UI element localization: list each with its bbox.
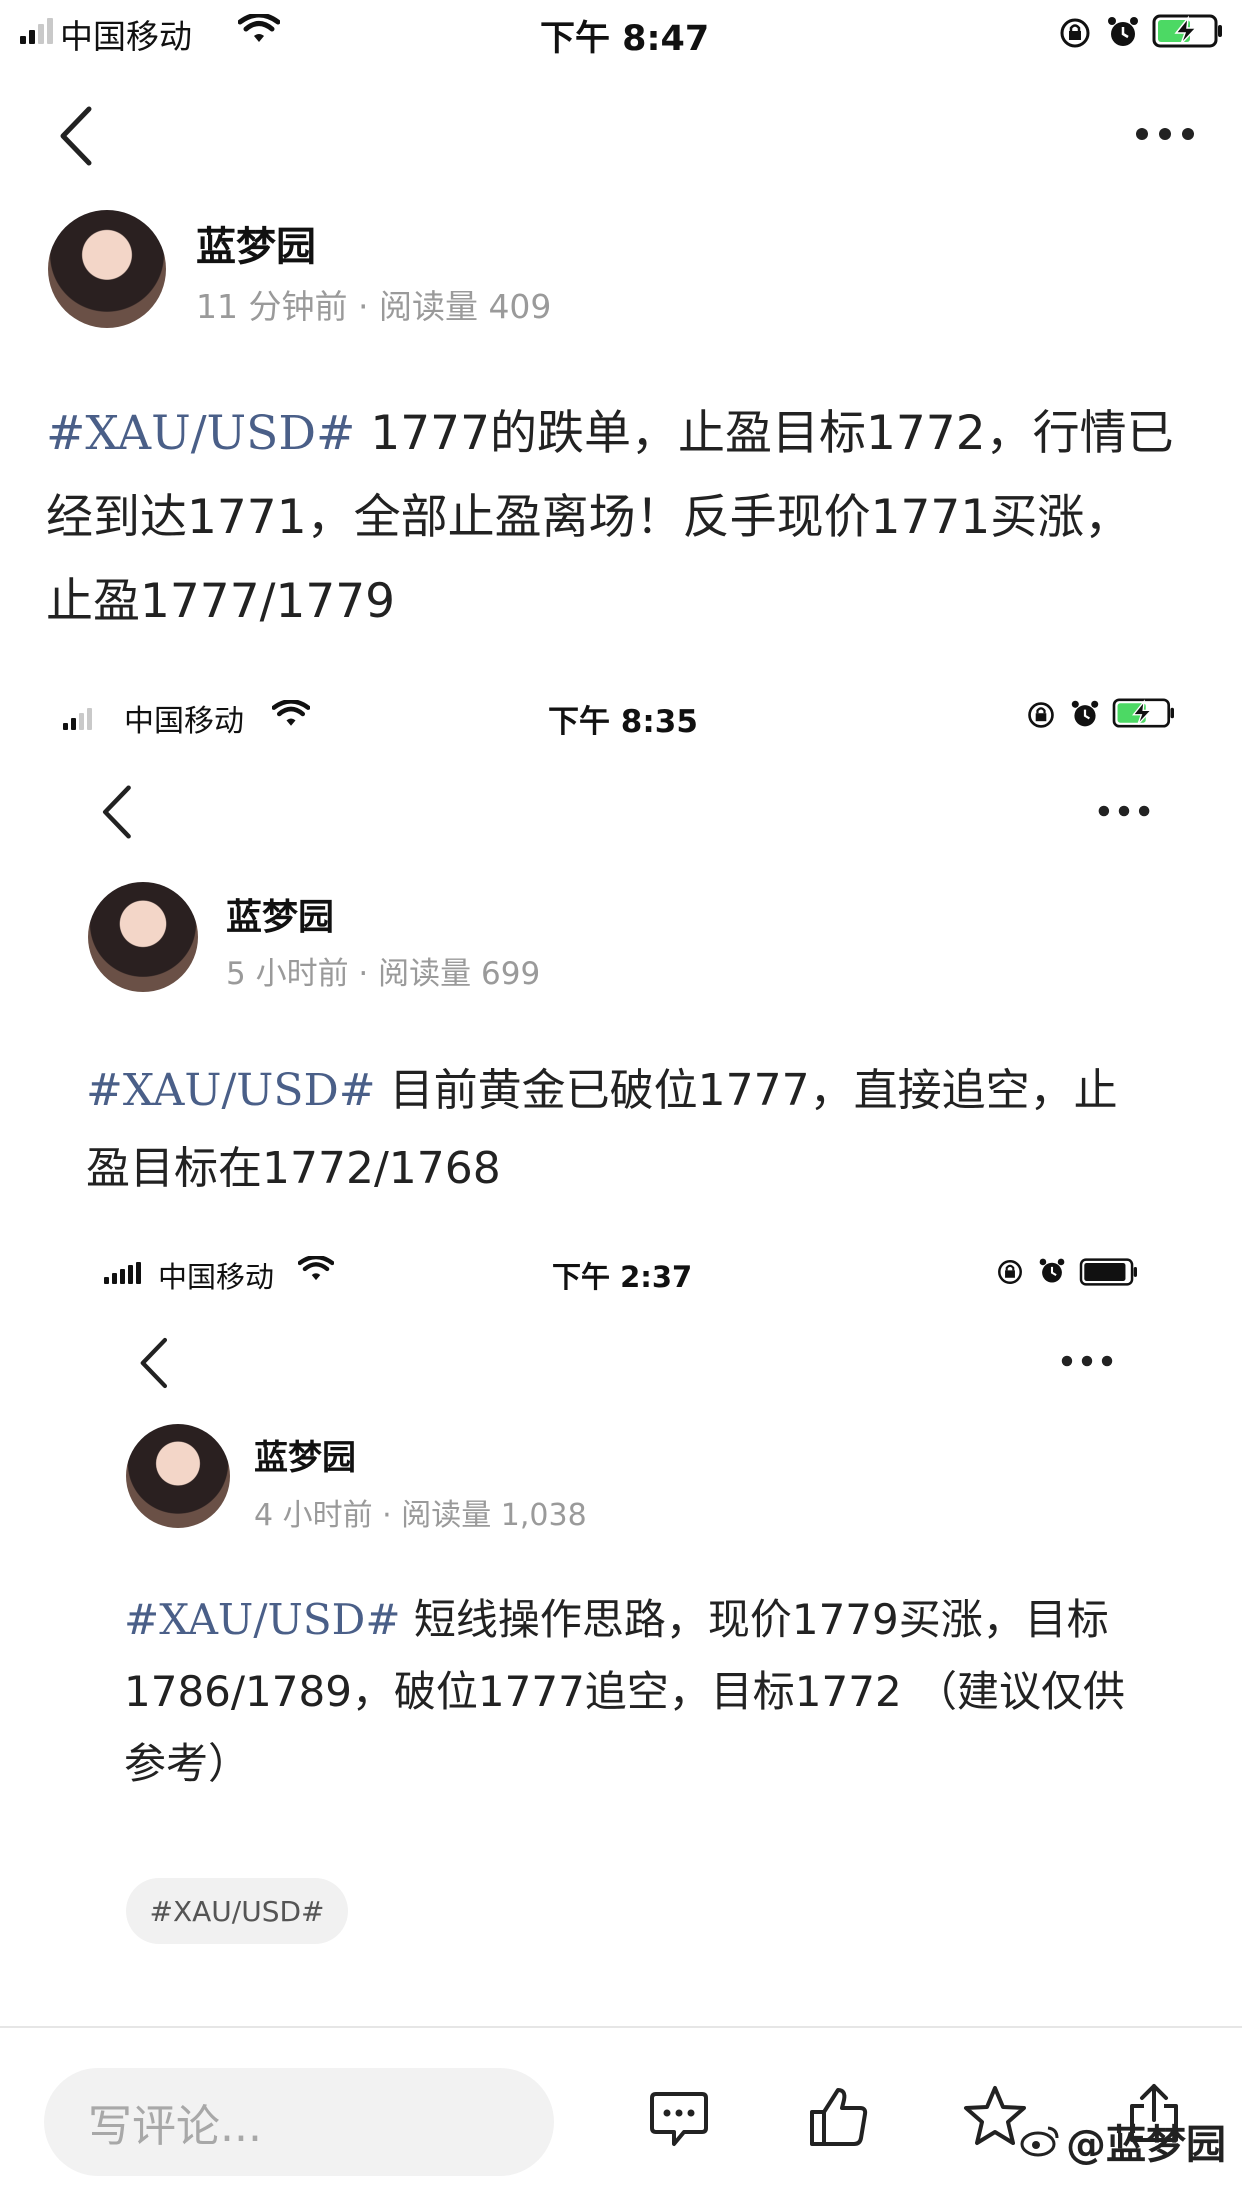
wifi-icon: [272, 700, 310, 726]
weibo-logo-icon: [1020, 2126, 1059, 2157]
wifi-icon: [298, 1256, 334, 1281]
avatar[interactable]: [126, 1424, 230, 1528]
more-icon[interactable]: [1134, 126, 1196, 142]
post-meta: 5 小时前 · 阅读量 699: [226, 956, 541, 992]
lock-rotation-icon: [998, 1260, 1022, 1284]
post-line: 经到达1771，全部止盈离场！反手现价1771买涨，: [46, 490, 1132, 545]
battery-icon: [1079, 1258, 1137, 1286]
signal-icon: [63, 708, 92, 730]
more-icon[interactable]: [1060, 1354, 1114, 1368]
comment-icon[interactable]: [648, 2090, 710, 2148]
post-line: 1786/1789，破位1777追空，目标1772 （建议仅供: [124, 1667, 1126, 1716]
topic-chip[interactable]: #XAU/USD#: [126, 1878, 348, 1944]
carrier-label: 中国移动: [60, 17, 192, 56]
alarm-icon: [1039, 1258, 1065, 1283]
signal-icon: [20, 18, 53, 44]
post-body: #XAU/USD# 1777的跌单，止盈目标1772，行情已 经到达1771，全…: [46, 392, 1216, 644]
post-body: #XAU/USD# 目前黄金已破位1777，直接追空，止 盈目标在1772/17…: [86, 1052, 1206, 1208]
back-icon[interactable]: [98, 784, 134, 840]
watermark-text: @蓝梦园: [1066, 2122, 1226, 2168]
author-name[interactable]: 蓝梦园: [254, 1430, 356, 1479]
post-text: 短线操作思路，现价1779买涨，目标: [400, 1595, 1109, 1644]
comment-input[interactable]: 写评论...: [44, 2068, 554, 2176]
hashtag-link[interactable]: #XAU/USD#: [46, 406, 355, 461]
post-line: #XAU/USD# 目前黄金已破位1777，直接追空，止: [86, 1052, 1206, 1130]
post-text: 1777的跌单，止盈目标1772，行情已: [355, 406, 1174, 461]
back-icon[interactable]: [136, 1336, 170, 1390]
post-line: 盈目标在1772/1768: [86, 1143, 501, 1194]
post-line: 止盈1777/1779: [46, 574, 396, 629]
carrier-label: 中国移动: [124, 704, 244, 739]
post-line: #XAU/USD# 1777的跌单，止盈目标1772，行情已: [46, 392, 1216, 476]
battery-icon: [1152, 14, 1222, 48]
wifi-icon: [238, 14, 280, 42]
post-line: #XAU/USD# 短线操作思路，现价1779买涨，目标: [124, 1584, 1204, 1656]
comment-placeholder: 写评论...: [88, 2101, 262, 2152]
post-meta: 11 分钟前 · 阅读量 409: [196, 287, 552, 326]
avatar[interactable]: [88, 882, 198, 992]
bottom-toolbar: 写评论... @蓝梦园: [0, 2026, 1242, 2210]
lock-rotation-icon: [1060, 18, 1090, 48]
hashtag-link[interactable]: #XAU/USD#: [86, 1065, 376, 1116]
post-meta: 4 小时前 · 阅读量 1,038: [254, 1498, 587, 1533]
author-name[interactable]: 蓝梦园: [196, 214, 316, 272]
clock: 下午 8:47: [540, 19, 710, 59]
hashtag-link[interactable]: #XAU/USD#: [124, 1595, 401, 1644]
like-icon[interactable]: [808, 2086, 870, 2148]
signal-icon: [104, 1262, 141, 1284]
author-name[interactable]: 蓝梦园: [226, 888, 334, 940]
battery-icon: [1112, 698, 1174, 728]
carrier-label: 中国移动: [158, 1260, 275, 1294]
lock-rotation-icon: [1028, 702, 1054, 728]
back-icon[interactable]: [55, 105, 95, 167]
avatar[interactable]: [48, 210, 166, 328]
more-icon[interactable]: [1096, 804, 1152, 818]
star-icon[interactable]: [962, 2084, 1028, 2148]
post-text: 目前黄金已破位1777，直接追空，止: [375, 1065, 1118, 1116]
clock: 下午 8:35: [548, 704, 698, 740]
alarm-icon: [1108, 17, 1138, 46]
post-line: 参考）: [124, 1739, 251, 1788]
alarm-icon: [1071, 700, 1099, 727]
watermark: @蓝梦园: [1020, 2112, 1226, 2170]
post-body: #XAU/USD# 短线操作思路，现价1779买涨，目标 1786/1789，破…: [124, 1584, 1204, 1800]
clock: 下午 2:37: [552, 1260, 693, 1294]
